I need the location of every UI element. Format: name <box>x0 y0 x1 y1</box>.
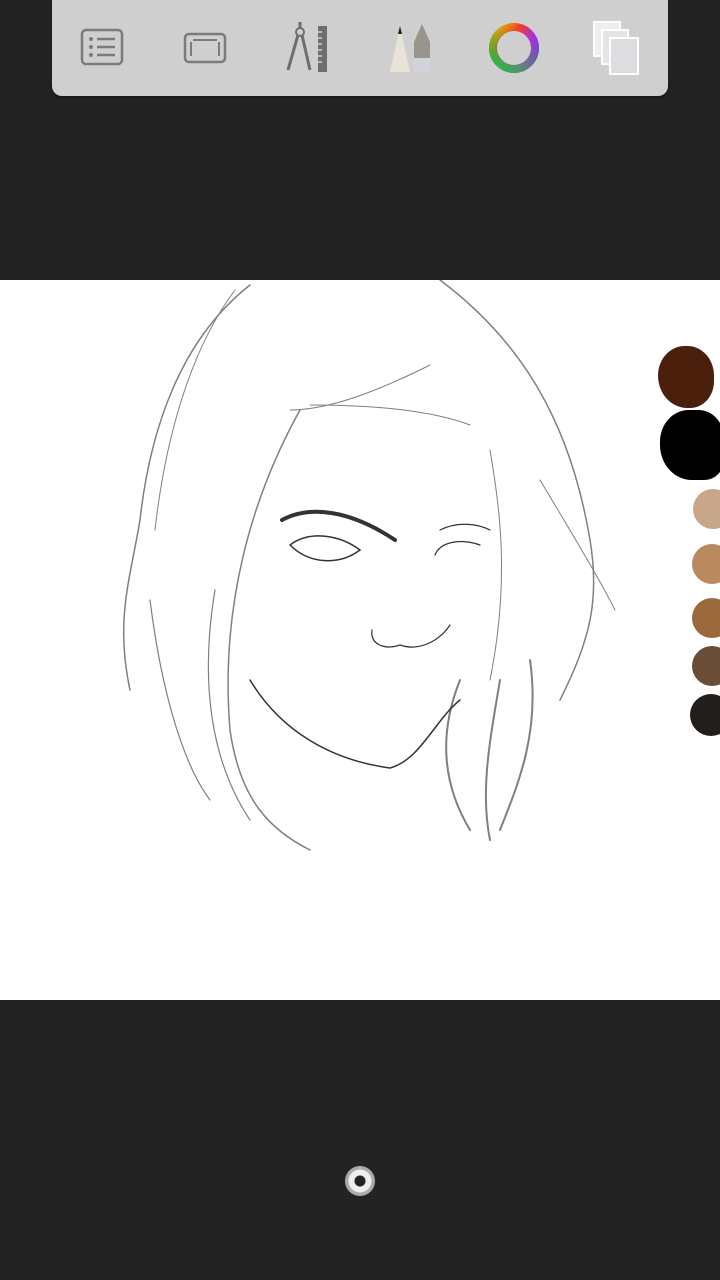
brushes-button[interactable] <box>381 18 441 78</box>
layers-button[interactable] <box>587 18 647 78</box>
list-menu-button[interactable] <box>73 18 133 78</box>
drawing-canvas[interactable] <box>0 280 720 1000</box>
frame-icon <box>183 32 227 64</box>
guides-button[interactable] <box>279 18 339 78</box>
pencil-pen-icon <box>390 24 431 72</box>
fullscreen-button[interactable] <box>176 18 236 78</box>
palette-swatch-2[interactable] <box>660 410 720 480</box>
layers-icon <box>592 21 639 75</box>
list-icon <box>81 28 124 66</box>
palette-swatch-1[interactable] <box>658 346 714 408</box>
color-button[interactable] <box>484 18 544 78</box>
compass-ruler-icon <box>286 22 327 72</box>
toolbar-puck[interactable] <box>345 1166 375 1196</box>
sketch-drawing <box>122 280 616 851</box>
color-wheel-icon <box>488 23 539 73</box>
toolbar <box>52 0 668 96</box>
